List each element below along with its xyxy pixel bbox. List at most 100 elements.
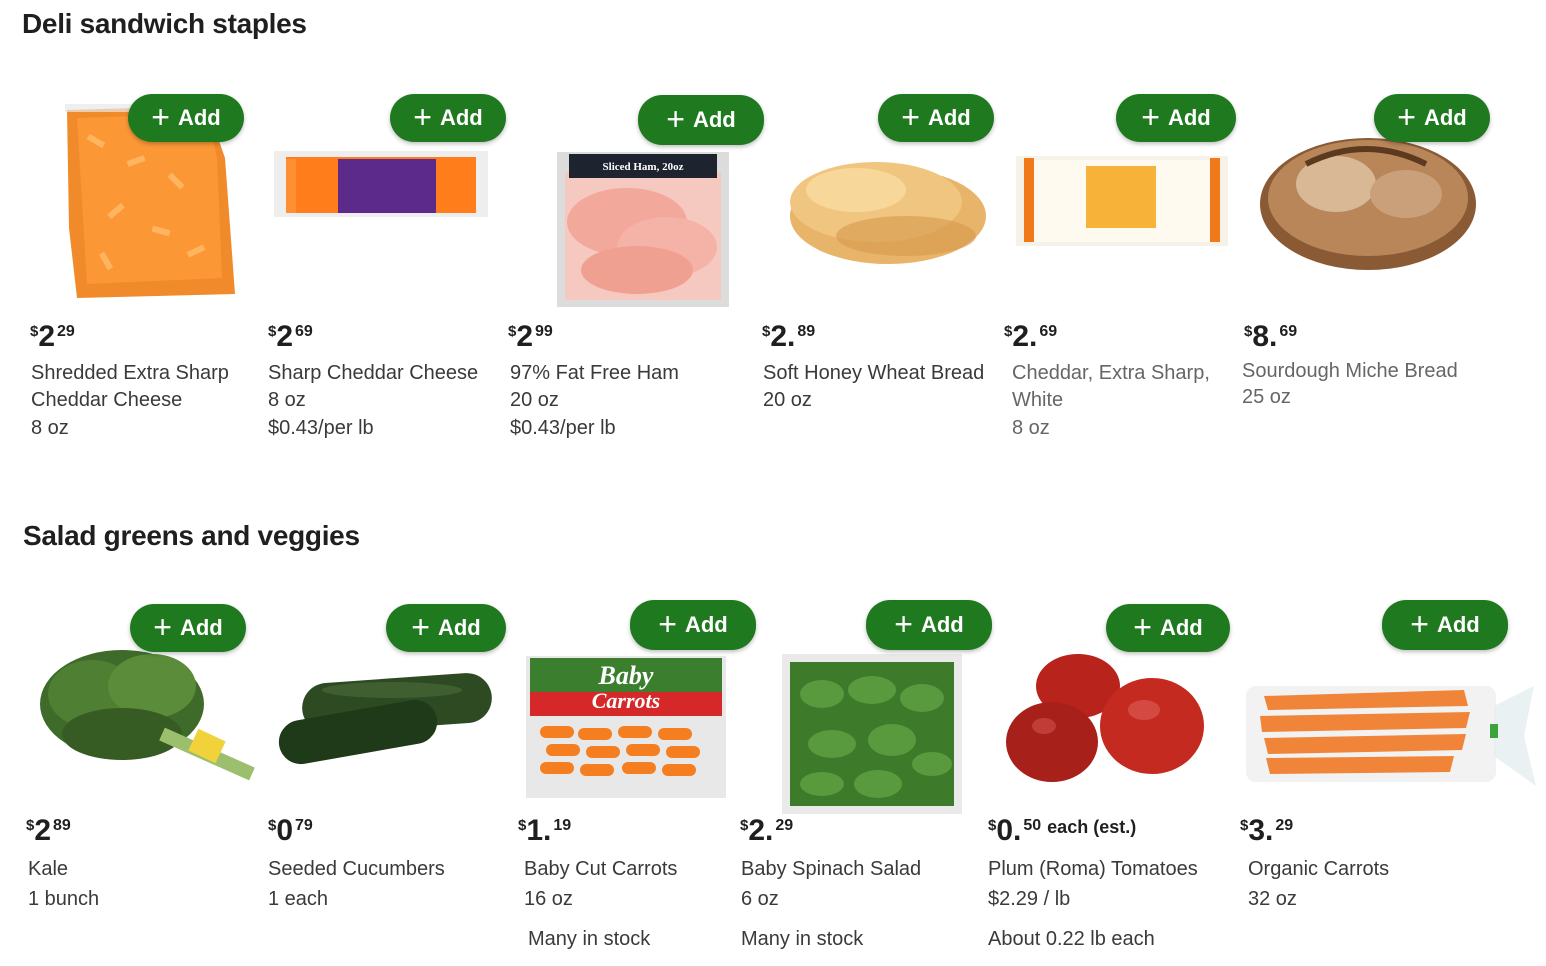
package-label: Carrots: [592, 688, 660, 713]
product-name[interactable]: Cheddar Cheese: [31, 389, 182, 412]
add-button[interactable]: + Add: [1106, 604, 1230, 652]
price-dollars: 2: [34, 814, 52, 847]
product-image[interactable]: [1256, 124, 1486, 284]
product-name[interactable]: Shredded Extra Sharp: [31, 362, 229, 385]
add-button[interactable]: + Add: [390, 94, 506, 142]
add-button[interactable]: + Add: [866, 600, 992, 650]
product-card[interactable]: + Add $0 79 Seeded Cucumbers 1 each: [262, 600, 508, 930]
product-name[interactable]: Seeded Cucumbers: [268, 858, 445, 881]
price-cents: 29: [775, 817, 794, 834]
currency-symbol: $: [26, 817, 35, 834]
product-image[interactable]: [32, 634, 262, 784]
product-card[interactable]: + Add $2. 29 Baby Spinach Salad 6 oz Many…: [736, 598, 992, 950]
product-name[interactable]: Organic Carrots: [1248, 858, 1389, 881]
product-card[interactable]: + Add $2 69 Sharp Cheddar Cheese 8 oz $0.…: [262, 90, 506, 450]
add-button[interactable]: + Add: [130, 604, 246, 652]
add-button[interactable]: + Add: [630, 600, 756, 650]
price-cents: 29: [1275, 817, 1294, 834]
product-size: 8 oz: [1012, 417, 1050, 439]
product-card[interactable]: Baby Carrots + Add $1. 19 Baby Cut Carrot…: [512, 598, 756, 950]
price: $2. 69: [1004, 320, 1057, 354]
product-image[interactable]: [272, 145, 492, 255]
price-cents: 99: [535, 323, 553, 340]
product-name[interactable]: Kale: [28, 858, 68, 881]
add-button[interactable]: + Add: [1374, 94, 1490, 142]
price: $2 99: [508, 320, 553, 354]
price-cents: 50: [1023, 817, 1042, 834]
product-image[interactable]: Sliced Ham, 20oz: [557, 152, 729, 307]
product-name[interactable]: Soft Honey Wheat Bread: [763, 362, 984, 385]
plus-icon: +: [658, 605, 677, 642]
product-image[interactable]: [1244, 676, 1538, 796]
price: $3. 29: [1240, 814, 1293, 848]
package-label: Baby: [598, 661, 654, 690]
add-button-label: Add: [179, 615, 223, 640]
price-suffix: each (est.): [1047, 817, 1137, 837]
add-button[interactable]: + Add: [386, 604, 506, 652]
price-dollars: 2.: [1012, 320, 1038, 353]
currency-symbol: $: [30, 323, 39, 340]
product-image[interactable]: [782, 654, 962, 814]
price-dollars: 2.: [770, 320, 796, 353]
product-size: 1 bunch: [28, 888, 100, 910]
product-name[interactable]: 97% Fat Free Ham: [510, 362, 679, 385]
product-name[interactable]: Sourdough Miche Bread: [1242, 360, 1458, 383]
product-card[interactable]: + Add $3. 29 Organic Carrots 32 oz: [1240, 598, 1540, 948]
price-dollars: 0: [276, 814, 294, 847]
price: $2 69: [268, 320, 313, 354]
product-card[interactable]: + Add $2 29 Shredded Extra Sharp Cheddar …: [22, 90, 252, 450]
price: $8. 69: [1244, 320, 1297, 354]
price-dollars: 2: [276, 320, 294, 353]
currency-symbol: $: [988, 817, 997, 834]
price-cents: 19: [553, 817, 572, 834]
price-cents: 79: [295, 817, 313, 834]
product-card[interactable]: + Add $2. 89 Soft Honey Wheat Bread 20 oz: [756, 90, 1000, 450]
product-image[interactable]: [776, 126, 992, 276]
product-name[interactable]: Sharp Cheddar Cheese: [268, 362, 478, 385]
product-name[interactable]: Plum (Roma) Tomatoes: [988, 858, 1198, 881]
plus-icon: +: [1133, 608, 1152, 645]
product-image[interactable]: [1004, 650, 1214, 790]
plus-icon: +: [151, 98, 170, 135]
price-dollars: 0.: [996, 814, 1022, 847]
weight-estimate: About 0.22 lb each: [988, 928, 1155, 950]
currency-symbol: $: [740, 817, 749, 834]
product-image[interactable]: Baby Carrots: [526, 656, 726, 798]
product-card[interactable]: + Add $8. 69 Sourdough Miche Bread 25 oz: [1238, 90, 1494, 450]
price: $2 89: [26, 814, 71, 848]
product-size: 8 oz: [31, 417, 69, 439]
add-button[interactable]: + Add: [128, 94, 244, 142]
plus-icon: +: [901, 98, 920, 135]
product-size: 20 oz: [763, 389, 812, 411]
plus-icon: +: [1397, 98, 1416, 135]
plus-icon: +: [1141, 98, 1160, 135]
product-image[interactable]: [272, 660, 492, 770]
add-button[interactable]: + Add: [1116, 94, 1236, 142]
plus-icon: +: [1410, 605, 1429, 642]
plus-icon: +: [153, 608, 172, 645]
price-cents: 89: [53, 817, 71, 834]
product-size: 1 each: [268, 888, 329, 910]
product-size: 25 oz: [1242, 386, 1291, 408]
product-name[interactable]: White: [1012, 389, 1063, 412]
currency-symbol: $: [762, 323, 771, 340]
price-dollars: 1.: [526, 814, 552, 847]
price-cents: 29: [57, 323, 75, 340]
product-card[interactable]: + Add $0. 50 each (est.) Plum (Roma) Tomat…: [984, 600, 1240, 950]
add-button[interactable]: + Add: [1382, 600, 1508, 650]
package-label: Sliced Ham, 20oz: [603, 161, 684, 173]
product-card[interactable]: + Add $2. 69 Cheddar, Extra Sharp, White …: [1000, 90, 1236, 450]
product-size: 32 oz: [1248, 888, 1297, 910]
product-image[interactable]: [1012, 152, 1232, 252]
product-name[interactable]: Baby Spinach Salad: [741, 858, 921, 881]
add-button-label: Add: [1423, 105, 1467, 130]
add-button-label: Add: [920, 612, 964, 637]
stock-status: Many in stock: [528, 928, 651, 950]
product-card[interactable]: Sliced Ham, 20oz + Add $2 99 97% Fat Free…: [502, 90, 764, 450]
add-button[interactable]: + Add: [638, 95, 764, 145]
product-name[interactable]: Baby Cut Carrots: [524, 858, 677, 881]
product-card[interactable]: + Add $2 89 Kale 1 bunch: [22, 600, 262, 930]
add-button[interactable]: + Add: [878, 94, 994, 142]
product-size: 20 oz: [510, 389, 559, 411]
product-name[interactable]: Cheddar, Extra Sharp,: [1012, 362, 1210, 385]
